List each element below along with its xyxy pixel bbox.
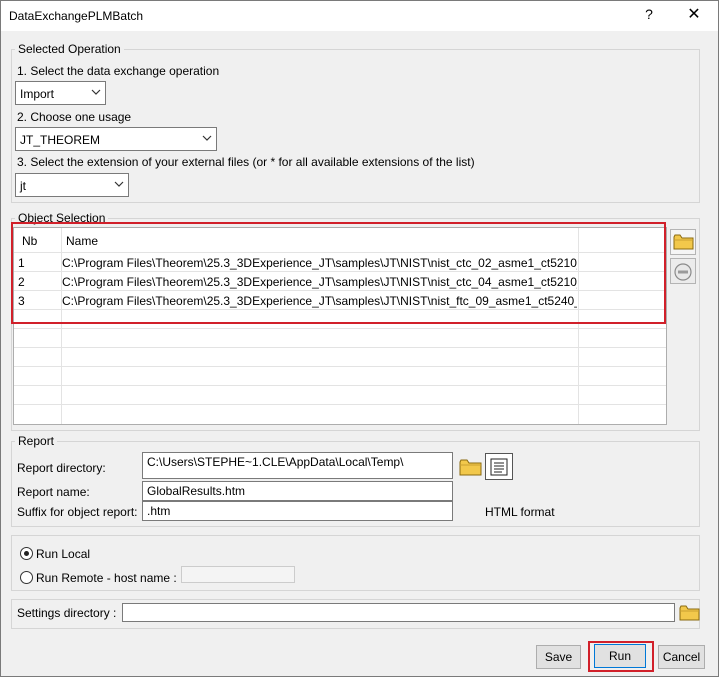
usage-value: JT_THEOREM bbox=[20, 133, 101, 147]
run-local-label[interactable]: Run Local bbox=[36, 547, 90, 561]
row-name: C:\Program Files\Theorem\25.3_3DExperien… bbox=[62, 275, 577, 289]
host-name-field[interactable] bbox=[181, 566, 295, 583]
column-header-nb[interactable]: Nb bbox=[22, 234, 37, 248]
row-name: C:\Program Files\Theorem\25.3_3DExperien… bbox=[62, 294, 577, 308]
extension-value: jt bbox=[20, 179, 26, 193]
row-name: C:\Program Files\Theorem\25.3_3DExperien… bbox=[62, 256, 577, 270]
usage-dropdown[interactable]: JT_THEOREM bbox=[15, 127, 217, 151]
operation-dropdown[interactable]: Import bbox=[15, 81, 106, 105]
add-object-button[interactable] bbox=[670, 229, 696, 255]
html-format-label: HTML format bbox=[485, 505, 555, 519]
run-button[interactable]: Run bbox=[594, 644, 646, 668]
operation-step-label: 1. Select the data exchange operation bbox=[17, 64, 220, 78]
run-remote-label[interactable]: Run Remote - host name : bbox=[36, 571, 177, 585]
save-button[interactable]: Save bbox=[536, 645, 581, 669]
scroll-icon bbox=[490, 458, 508, 476]
usage-step-label: 2. Choose one usage bbox=[17, 110, 132, 124]
selected-operation-legend: Selected Operation bbox=[18, 42, 121, 56]
suffix-label: Suffix for object report: bbox=[17, 505, 138, 519]
column-header-name[interactable]: Name bbox=[66, 234, 98, 248]
row-nb: 1 bbox=[18, 256, 25, 270]
report-name-field[interactable]: GlobalResults.htm bbox=[142, 481, 453, 501]
help-button[interactable]: ? bbox=[637, 6, 661, 26]
chevron-down-icon bbox=[91, 89, 101, 95]
browse-report-directory-button[interactable] bbox=[457, 454, 483, 479]
row-nb: 2 bbox=[18, 275, 25, 289]
folder-icon bbox=[679, 605, 700, 621]
window-title: DataExchangePLMBatch bbox=[9, 9, 144, 23]
remove-object-button[interactable] bbox=[670, 258, 696, 284]
title-bar: DataExchangePLMBatch ? ✕ bbox=[1, 1, 718, 31]
dialog-window: DataExchangePLMBatch ? ✕ Selected Operat… bbox=[0, 0, 719, 677]
cancel-button[interactable]: Cancel bbox=[658, 645, 705, 669]
view-report-button[interactable] bbox=[485, 453, 513, 480]
suffix-field[interactable]: .htm bbox=[142, 501, 453, 521]
report-name-label: Report name: bbox=[17, 485, 90, 499]
chevron-down-icon bbox=[202, 135, 212, 141]
run-local-radio[interactable] bbox=[20, 547, 33, 560]
report-directory-label: Report directory: bbox=[17, 461, 106, 475]
minus-circle-icon bbox=[674, 263, 692, 281]
object-selection-legend: Object Selection bbox=[18, 211, 106, 225]
close-button[interactable]: ✕ bbox=[681, 4, 707, 26]
extension-dropdown[interactable]: jt bbox=[15, 173, 129, 197]
folder-icon bbox=[673, 234, 694, 250]
row-nb: 3 bbox=[18, 294, 25, 308]
report-legend: Report bbox=[18, 434, 55, 448]
settings-directory-label: Settings directory : bbox=[17, 606, 117, 620]
extension-step-label: 3. Select the extension of your external… bbox=[17, 155, 475, 169]
object-table[interactable]: Nb Name 1 C:\Program Files\Theorem\25.3_… bbox=[13, 227, 667, 425]
run-remote-radio[interactable] bbox=[20, 571, 33, 584]
operation-value: Import bbox=[20, 87, 55, 101]
settings-directory-field[interactable] bbox=[122, 603, 675, 622]
chevron-down-icon bbox=[114, 181, 124, 187]
report-directory-field[interactable]: C:\Users\STEPHE~1.CLE\AppData\Local\Temp… bbox=[142, 452, 453, 479]
folder-icon bbox=[459, 459, 482, 476]
browse-settings-button[interactable] bbox=[678, 603, 702, 625]
